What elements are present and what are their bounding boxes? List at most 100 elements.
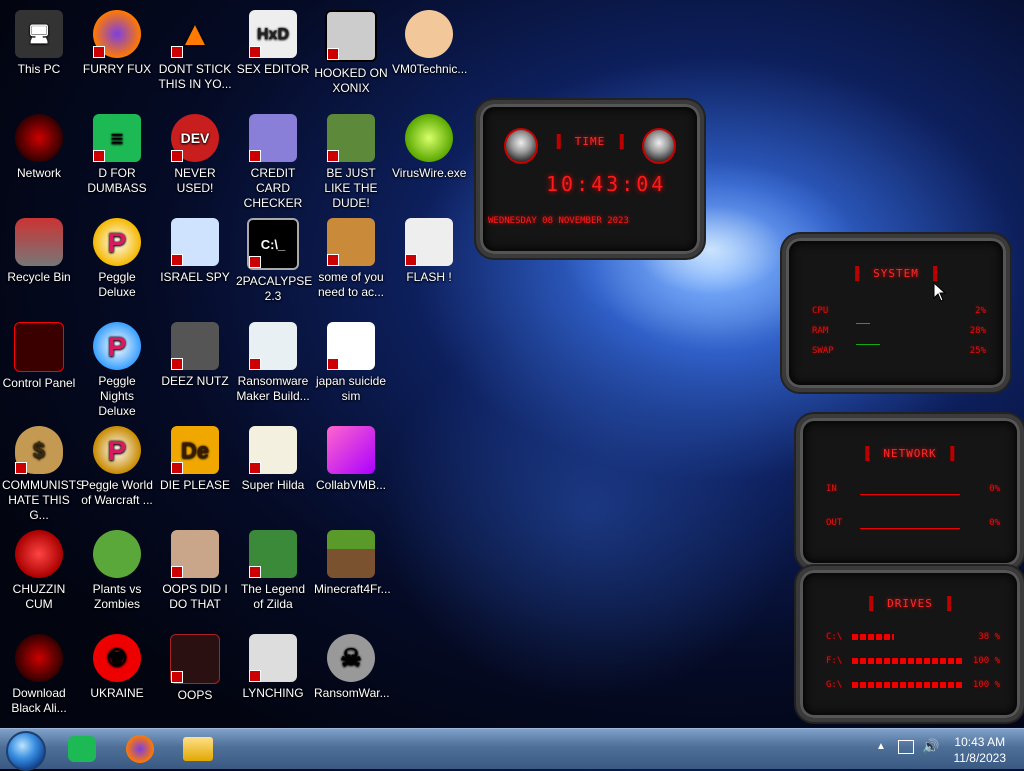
icon-label: Control Panel: [2, 376, 76, 390]
desktop-icon-credit-card-checker[interactable]: CREDIT CARD CHECKER: [234, 108, 312, 210]
desktop-icon-ransomware-maker[interactable]: Ransomware Maker Build...: [234, 316, 312, 416]
swap-graph: [856, 344, 880, 345]
drive-f-bar: [852, 658, 962, 664]
desktop-icon-dont-stick[interactable]: ▲ DONT STICK THIS IN YO...: [156, 4, 234, 104]
rope-shield-icon: [249, 634, 297, 682]
lime-icon: [405, 114, 453, 162]
dude-avatar-icon: [327, 114, 375, 162]
desktop-icon-vm0technic[interactable]: VM0Technic...: [390, 4, 468, 104]
tray-expand-arrow-icon[interactable]: ▲: [876, 741, 886, 752]
chat-bubble-icon: [68, 736, 96, 762]
desktop-icon-hooked-on-xonix[interactable]: HOOKED ON XONIX: [312, 4, 390, 104]
desktop-icon-super-hilda[interactable]: Super Hilda: [234, 420, 312, 520]
icon-label: OOPS DID I DO THAT: [162, 582, 228, 611]
desktop-icon-d-for-dumbass[interactable]: ≡ D FOR DUMBASS: [78, 108, 156, 208]
desktop-icon-never-used[interactable]: DEV NEVER USED!: [156, 108, 234, 208]
taskbar-app-file-explorer[interactable]: [174, 731, 222, 767]
icon-label: The Legend of Zilda: [240, 582, 306, 611]
pixel-character-icon: [249, 426, 297, 474]
drive-c-label: C:\: [826, 632, 843, 642]
de-logo-icon: De: [171, 426, 219, 474]
desktop-icon-download-black-ali[interactable]: Download Black Ali...: [0, 628, 78, 728]
desktop-icon-some-of-you[interactable]: some of you need to ac...: [312, 212, 390, 312]
icon-label: SEX EDITOR: [236, 62, 310, 76]
pixel-hero-icon: [249, 530, 297, 578]
desktop-icon-control-panel[interactable]: Control Panel: [0, 316, 78, 416]
flower-icon: [93, 530, 141, 578]
time-widget-clock: 10:43:04: [546, 172, 667, 196]
icon-label: Super Hilda: [241, 478, 305, 492]
icon-label: This PC: [17, 62, 61, 76]
icon-label: BE JUST LIKE THE DUDE!: [324, 166, 378, 210]
icon-label: japan suicide sim: [315, 374, 387, 403]
dog-picture-icon: [327, 218, 375, 266]
network-widget[interactable]: NETWORK IN 0% OUT 0%: [796, 414, 1024, 570]
desktop-icon-ukraine[interactable]: ☢ UKRAINE: [78, 628, 156, 728]
icon-label: RansomWar...: [314, 686, 390, 700]
taskbar-app-firefox[interactable]: [116, 731, 164, 767]
icon-label: DONT STICK THIS IN YO...: [158, 62, 232, 91]
network-in-label: IN: [826, 484, 837, 494]
dark-app-icon: [170, 634, 220, 684]
desktop-icon-communists[interactable]: $ COMMUNISTS HATE THIS G...: [0, 420, 84, 522]
drive-c-value: 38 %: [978, 632, 1000, 642]
stacked-windows-icon: [171, 322, 219, 370]
drives-widget-title: DRIVES: [869, 596, 951, 611]
remote-desktop-icon: [171, 218, 219, 266]
desktop-icon-legend-of-zilda[interactable]: The Legend of Zilda: [234, 524, 312, 624]
desktop-icon-recycle-bin[interactable]: Recycle Bin: [0, 212, 78, 312]
taskbar-app-spotify[interactable]: [58, 731, 106, 767]
desktop-icon-plants-vs-zombies[interactable]: Plants vs Zombies: [78, 524, 156, 624]
taskbar-clock[interactable]: 10:43 AM 11/8/2023: [954, 734, 1007, 766]
alien-orb-icon: [15, 634, 63, 682]
desktop-icon-lynching[interactable]: LYNCHING: [234, 628, 312, 728]
desktop-icon-2pacalypse[interactable]: C:\_ 2PACALYPSE 2.3: [234, 212, 312, 312]
desktop-icon-furry-fux[interactable]: FURRY FUX: [78, 4, 156, 104]
portrait-icon: [171, 530, 219, 578]
desktop-icon-flash[interactable]: FLASH !: [390, 212, 468, 312]
volume-icon[interactable]: 🔊: [922, 738, 939, 755]
vlc-cone-icon: ▲: [171, 10, 219, 58]
desktop-icon-viruswire[interactable]: VirusWire.exe: [390, 108, 468, 208]
desktop-icon-deez-nutz[interactable]: DEEZ NUTZ: [156, 316, 234, 416]
drive-g-bar: [852, 682, 962, 688]
desktop-icon-peggle-nights[interactable]: P Peggle Nights Deluxe: [78, 316, 156, 418]
desktop-icon-oops-did-i[interactable]: OOPS DID I DO THAT: [156, 524, 234, 624]
network-out-label: OUT: [826, 518, 843, 528]
control-panel-icon: [14, 322, 64, 372]
desktop-icon-collabvm[interactable]: CollabVMB...: [312, 420, 390, 520]
start-button[interactable]: [6, 731, 46, 771]
document-icon: [327, 322, 375, 370]
credit-card-icon: [249, 114, 297, 162]
desktop-icon-ransomwar[interactable]: ☠ RansomWar...: [312, 628, 390, 728]
icon-label: FLASH !: [406, 270, 452, 284]
desktop-icon-sex-editor[interactable]: HxD SEX EDITOR: [234, 4, 312, 104]
clock-date: 11/8/2023: [953, 751, 1007, 765]
desktop-icon-chuzzin-cum[interactable]: CHUZZIN CUM: [0, 524, 78, 624]
radiation-icon: ☢: [93, 634, 141, 682]
network-tray-icon[interactable]: [898, 740, 914, 754]
desktop-icon-be-just-like-the-dude[interactable]: BE JUST LIKE THE DUDE!: [312, 108, 390, 210]
drive-g-value: 100 %: [972, 680, 1000, 690]
system-cpu-value: 2%: [975, 306, 986, 316]
desktop-icon-japan-suicide-sim[interactable]: japan suicide sim: [312, 316, 390, 416]
time-widget-date: WEDNESDAY 08 NOVEMBER 2023: [488, 216, 629, 226]
icon-label: DEEZ NUTZ: [161, 374, 229, 388]
desktop-icon-peggle-deluxe[interactable]: P Peggle Deluxe: [78, 212, 156, 312]
time-widget[interactable]: TIME 10:43:04 WEDNESDAY 08 NOVEMBER 2023: [476, 100, 704, 258]
dev-cpp-icon: DEV: [171, 114, 219, 162]
icon-label: DIE PLEASE: [159, 478, 231, 492]
desktop-icon-this-pc[interactable]: 🖥 This PC: [0, 4, 78, 104]
system-widget[interactable]: SYSTEM CPU 2% RAM 28% SWAP 25%: [782, 234, 1010, 392]
desktop-icon-oops[interactable]: OOPS: [156, 628, 234, 728]
icon-label: some of you need to ac...: [317, 270, 385, 299]
icon-label: OOPS: [177, 688, 213, 702]
desktop-icon-israel-spy[interactable]: ISRAEL SPY: [156, 212, 234, 312]
desktop-icon-minecraft[interactable]: Minecraft4Fr...: [312, 524, 391, 624]
drives-widget[interactable]: DRIVES C:\ 38 % F:\ 100 % G:\ 100 %: [796, 566, 1024, 722]
desktop-icon-network[interactable]: Network: [0, 108, 78, 208]
chuzzle-icon: [15, 530, 63, 578]
icon-label: FURRY FUX: [82, 62, 152, 76]
desktop-icon-die-please[interactable]: De DIE PLEASE: [156, 420, 234, 520]
desktop-icon-peggle-wow[interactable]: P Peggle World of Warcraft ...: [78, 420, 156, 520]
